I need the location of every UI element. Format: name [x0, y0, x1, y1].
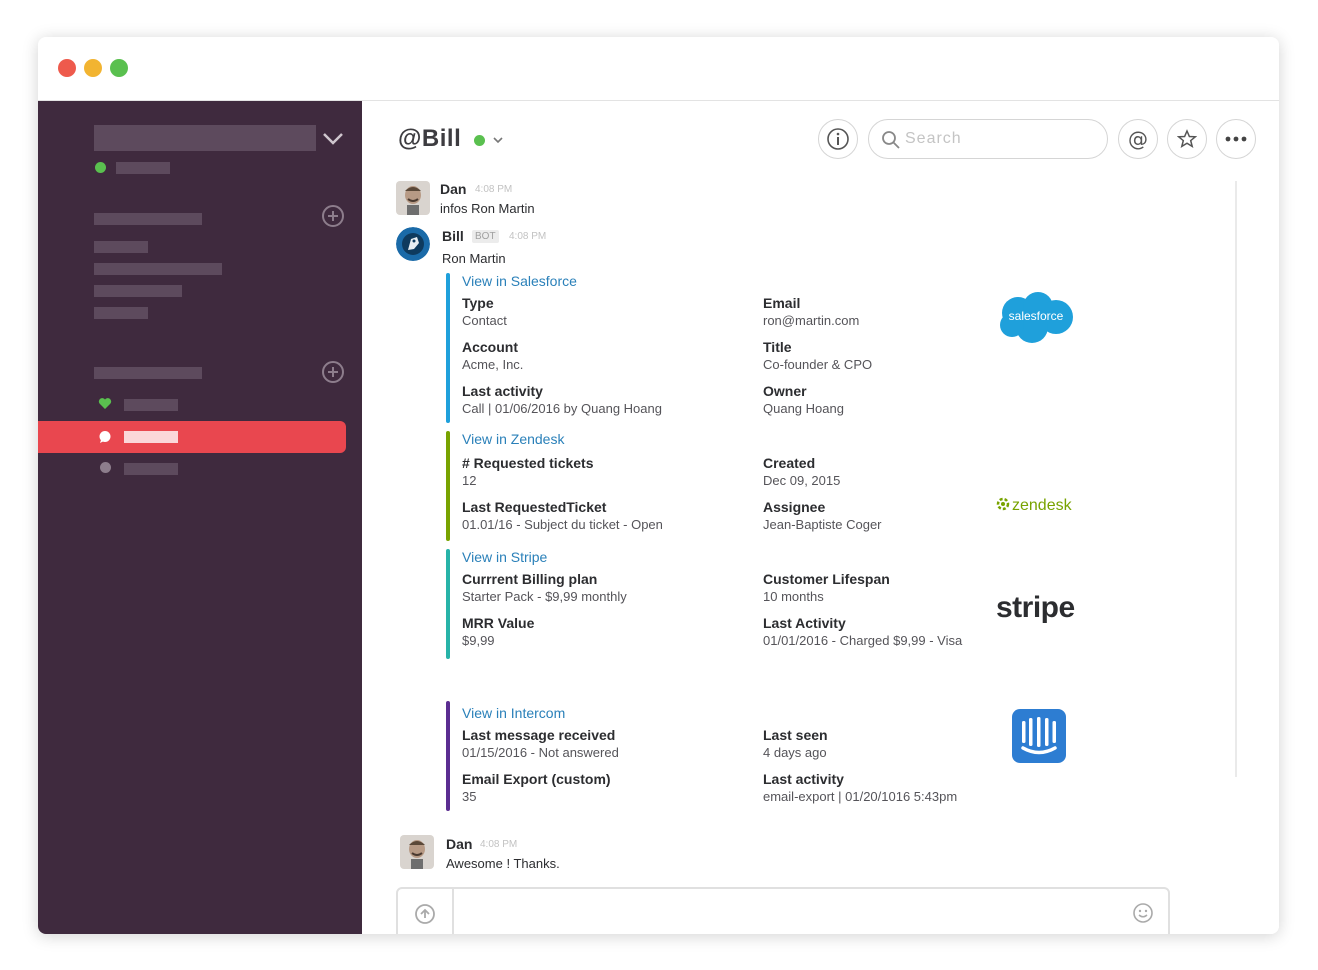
section-header-placeholder: [94, 367, 202, 379]
search-icon: [882, 131, 900, 149]
more-button[interactable]: [1216, 119, 1256, 159]
emoji-icon[interactable]: [1132, 902, 1154, 924]
salesforce-logo: salesforce: [996, 291, 1076, 345]
title-bar: [38, 37, 1279, 101]
view-in-salesforce-link[interactable]: View in Salesforce: [462, 273, 577, 289]
upload-icon: [415, 904, 435, 924]
attachment-color-bar: [446, 701, 450, 811]
close-window-button[interactable]: [58, 59, 76, 77]
attachment-field: Currrent Billing plan Starter Pack - $9,9…: [462, 571, 627, 604]
chat-bubble-icon: [99, 431, 111, 443]
heart-icon: [98, 398, 112, 409]
sidebar-item-placeholder[interactable]: [94, 307, 148, 319]
channel-title[interactable]: @Bill: [398, 125, 461, 153]
at-sign-icon: @: [1128, 127, 1148, 151]
maximize-window-button[interactable]: [110, 59, 128, 77]
sidebar-item-placeholder[interactable]: [94, 285, 182, 297]
message-timestamp[interactable]: 4:08 PM: [475, 184, 512, 195]
message-composer: [396, 887, 1170, 934]
message-text: Awesome ! Thanks.: [446, 856, 560, 871]
message-timestamp[interactable]: 4:08 PM: [480, 839, 517, 850]
presence-dot: [95, 162, 106, 173]
main-pane: @Bill @ Dan 4:08 PM infos Ron Martin: [362, 101, 1279, 934]
scrollbar[interactable]: [1235, 181, 1237, 777]
message-text: infos Ron Martin: [440, 201, 535, 216]
gear-icon: [996, 497, 1010, 511]
search-box[interactable]: [868, 119, 1108, 159]
attachment-field: Last message received 01/15/2016 - Not an…: [462, 727, 619, 760]
add-direct-message-icon[interactable]: [322, 361, 344, 383]
attachment-field: Account Acme, Inc.: [462, 339, 524, 372]
search-input[interactable]: [905, 128, 1095, 150]
intercom-attachment: View in Intercom Last message received 01…: [446, 701, 1086, 811]
view-in-zendesk-link[interactable]: View in Zendesk: [462, 431, 564, 447]
username-placeholder: [116, 162, 170, 174]
message-input[interactable]: [464, 903, 1064, 925]
attachment-color-bar: [446, 273, 450, 423]
message-text: Ron Martin: [442, 251, 506, 266]
upload-button[interactable]: [398, 889, 454, 934]
sidebar-item-placeholder: [124, 431, 178, 443]
view-in-intercom-link[interactable]: View in Intercom: [462, 705, 565, 721]
attachment-field: Last activity Call | 01/06/2016 by Quang …: [462, 383, 662, 416]
avatar[interactable]: [396, 181, 430, 215]
message-author[interactable]: Bill: [442, 228, 464, 244]
message-author[interactable]: Dan: [446, 836, 472, 852]
attachment-field: MRR Value $9,99: [462, 615, 535, 648]
section-header-placeholder: [94, 213, 202, 225]
chevron-down-icon[interactable]: [322, 127, 344, 149]
sidebar: [38, 101, 362, 934]
info-button[interactable]: [818, 119, 858, 159]
more-icon: [1225, 136, 1247, 142]
app-window: @Bill @ Dan 4:08 PM infos Ron Martin: [38, 37, 1279, 934]
sidebar-item-active[interactable]: [38, 421, 346, 453]
sidebar-item-placeholder[interactable]: [94, 263, 222, 275]
star-icon: [1177, 129, 1197, 149]
view-in-stripe-link[interactable]: View in Stripe: [462, 549, 547, 565]
sidebar-item-placeholder[interactable]: [124, 463, 178, 475]
attachment-field: Created Dec 09, 2015: [763, 455, 841, 488]
attachment-field: Last RequestedTicket 01.01/16 - Subject d…: [462, 499, 663, 532]
message-timestamp[interactable]: 4:08 PM: [509, 231, 546, 242]
presence-dot: [100, 462, 111, 473]
info-icon: [827, 128, 849, 150]
sidebar-item-placeholder[interactable]: [124, 399, 178, 411]
attachment-color-bar: [446, 549, 450, 659]
attachment-field: Type Contact: [462, 295, 507, 328]
team-name-placeholder[interactable]: [94, 125, 316, 151]
message-author[interactable]: Dan: [440, 181, 466, 197]
attachment-field: # Requested tickets 12: [462, 455, 594, 488]
sidebar-item-placeholder[interactable]: [94, 241, 148, 253]
stripe-logo: stripe: [996, 591, 1075, 624]
starred-button[interactable]: [1167, 119, 1207, 159]
stripe-attachment: View in Stripe Currrent Billing plan Star…: [446, 549, 1086, 659]
attachment-field: Last activity email-export | 01/20/1016 5…: [763, 771, 958, 804]
online-status-dot: [474, 135, 485, 146]
salesforce-attachment: View in Salesforce Type Contact Email ron@…: [446, 273, 1086, 423]
mentions-button[interactable]: @: [1118, 119, 1158, 159]
bot-badge: BOT: [472, 230, 499, 243]
bot-avatar[interactable]: [396, 227, 430, 261]
chevron-down-icon[interactable]: [491, 133, 505, 147]
avatar[interactable]: [400, 835, 434, 869]
attachment-color-bar: [446, 431, 450, 541]
attachment-field: Email Export (custom) 35: [462, 771, 611, 804]
minimize-window-button[interactable]: [84, 59, 102, 77]
attachment-field: Owner Quang Hoang: [763, 383, 844, 416]
intercom-logo: [1012, 709, 1066, 768]
add-channel-icon[interactable]: [322, 205, 344, 227]
zendesk-attachment: View in Zendesk # Requested tickets 12 Cr…: [446, 431, 1086, 541]
